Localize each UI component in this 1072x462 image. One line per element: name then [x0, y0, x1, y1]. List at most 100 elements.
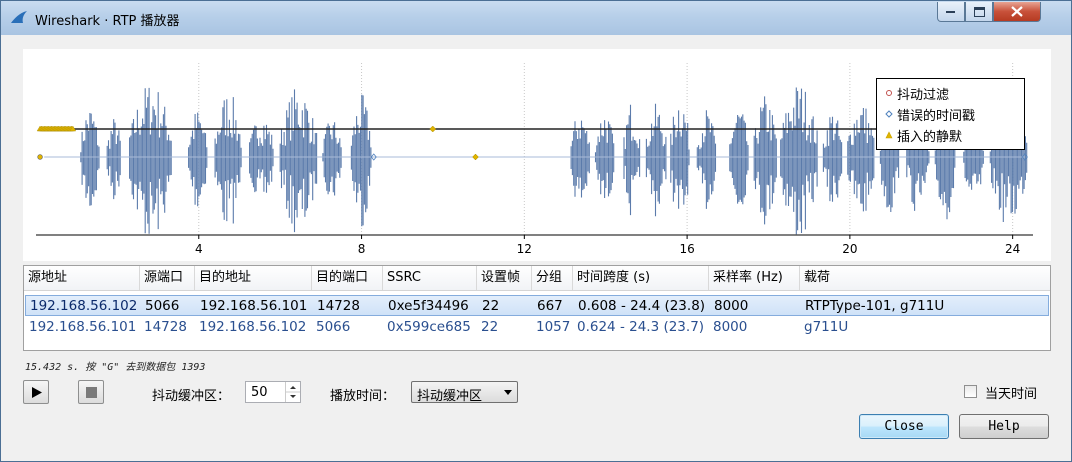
waveform-burst	[729, 114, 749, 205]
status-hint: 15.432 s. 按 "G" 去到数据包 1393	[25, 362, 206, 373]
cell-time-span: 0.608 - 24.4 (23.8)	[578, 298, 706, 314]
cell-ssrc: 0x599ce685	[387, 319, 471, 335]
stop-icon	[86, 387, 97, 398]
waveform-burst	[753, 96, 777, 225]
window-title: Wireshark · RTP 播放器	[35, 14, 180, 29]
legend-item-timestamp: 错误的时间戳	[885, 105, 976, 124]
legend-label: 插入的静默	[897, 130, 963, 145]
x-tick-label: 4	[195, 242, 203, 256]
waveform-burst	[249, 124, 274, 193]
table-row[interactable]: 192.168.56.101 14728 192.168.56.102 5066…	[25, 317, 1049, 338]
legend-item-silence: 插入的静默	[885, 126, 963, 145]
today-label[interactable]: 当天时间	[985, 383, 1037, 402]
waveform-burst	[623, 104, 641, 216]
cell-dst-port: 5066	[316, 319, 351, 335]
cell-src-port: 5066	[145, 298, 180, 314]
waveform-burst	[188, 112, 208, 207]
column-header[interactable]: 分组	[532, 266, 573, 290]
cell-time-span: 0.624 - 24.3 (23.7)	[577, 319, 705, 335]
playback-timing-label: 播放时间：	[330, 389, 396, 404]
cell-sample-rate: 8000	[714, 298, 749, 314]
triangle-marker-icon	[885, 131, 893, 139]
jitter-buffer-label: 抖动缓冲区：	[152, 389, 231, 404]
waveform-burst	[670, 110, 690, 209]
jitter-buffer-spinbox[interactable]: 50	[245, 381, 301, 403]
silence-marker	[472, 153, 479, 161]
playback-timing-combo[interactable]: 抖动缓冲区	[411, 381, 518, 404]
waveform-burst	[594, 120, 615, 198]
title-bar[interactable]: Wireshark · RTP 播放器	[1, 1, 1071, 35]
legend-label: 抖动过滤	[897, 88, 950, 103]
minimize-icon	[946, 10, 955, 13]
close-button[interactable]: Close	[859, 414, 949, 439]
maximize-icon	[973, 6, 985, 17]
cell-payload: RTPType-101, g711U	[805, 298, 945, 314]
column-header[interactable]: 载荷	[800, 266, 1050, 290]
column-header[interactable]: 目的端口	[312, 266, 383, 290]
waveform-burst	[570, 120, 590, 198]
x-tick-label: 24	[1005, 242, 1020, 256]
legend-item-jitter: 抖动过滤	[886, 84, 950, 103]
cell-setup-frame: 22	[481, 319, 499, 335]
x-tick-label: 20	[842, 242, 857, 256]
silence-marker	[37, 154, 43, 160]
waveform-burst	[696, 110, 717, 209]
chevron-down-icon	[504, 390, 512, 395]
spin-up-down-icon	[286, 386, 300, 398]
stream-table[interactable]: 源地址 源端口 目的地址 目的端口 SSRC 设置帧 分组 时间跨度 (s) 采…	[23, 265, 1051, 351]
today-checkbox[interactable]	[964, 385, 977, 398]
cell-src-port: 14728	[144, 319, 187, 335]
spin-arrows[interactable]	[285, 382, 300, 402]
waveform-burst	[645, 103, 667, 217]
x-tick-label: 12	[517, 242, 532, 256]
wireshark-fin-icon	[11, 11, 27, 23]
circle-marker-icon	[886, 90, 892, 96]
waveform-burst	[322, 122, 342, 196]
waveform-burst	[129, 87, 172, 234]
dialog-body: 4812162024 抖动过滤 错误的时间戳 插入的静默 源地址 源端	[8, 35, 1064, 456]
table-header: 源地址 源端口 目的地址 目的端口 SSRC 设置帧 分组 时间跨度 (s) 采…	[24, 266, 1050, 291]
cell-packets: 667	[537, 298, 563, 314]
table-row[interactable]: 192.168.56.102 5066 192.168.56.101 14728…	[25, 295, 1049, 316]
cell-src-addr: 192.168.56.102	[30, 298, 138, 314]
stop-button[interactable]	[78, 380, 104, 404]
waveform-burst	[80, 113, 100, 206]
cell-dst-port: 14728	[317, 298, 360, 314]
legend-label: 错误的时间戳	[897, 109, 976, 124]
waveform-burst	[279, 89, 318, 233]
column-header[interactable]: 目的地址	[195, 266, 312, 290]
column-header[interactable]: 源端口	[140, 266, 195, 290]
waveform-burst	[847, 108, 875, 212]
column-header[interactable]: 设置帧	[477, 266, 532, 290]
playback-timing-value: 抖动缓冲区	[417, 389, 483, 404]
play-button[interactable]	[23, 380, 49, 404]
x-tick-label: 8	[358, 242, 366, 256]
column-header[interactable]: 时间跨度 (s)	[573, 266, 709, 290]
waveform-burst	[780, 87, 818, 235]
minimize-button[interactable]	[937, 2, 965, 22]
cell-src-addr: 192.168.56.101	[29, 319, 137, 335]
cell-payload: g711U	[804, 319, 849, 335]
cell-ssrc: 0xe5f34496	[388, 298, 469, 314]
waveform-plot[interactable]: 4 8 12 16 20 24 抖动过滤 错误的时间戳 插入的静默	[23, 49, 1051, 261]
maximize-button[interactable]	[965, 2, 993, 22]
column-header[interactable]: 源地址	[24, 266, 140, 290]
cell-packets: 1057	[536, 319, 571, 335]
waveform-burst	[214, 97, 242, 224]
jitter-buffer-value[interactable]: 50	[251, 385, 268, 400]
column-header[interactable]: 采样率 (Hz)	[709, 266, 800, 290]
plot-legend: 抖动过滤 错误的时间戳 插入的静默	[876, 78, 1025, 150]
cell-setup-frame: 22	[482, 298, 500, 314]
rtp-player-window: Wireshark · RTP 播放器 4 8 12 16 20 24 抖动过滤 错误的时…	[0, 0, 1072, 462]
silence-marker	[429, 125, 437, 133]
diamond-marker-icon	[885, 110, 893, 118]
help-button[interactable]: Help	[959, 414, 1049, 439]
cell-dst-addr: 192.168.56.102	[199, 319, 307, 335]
play-icon	[32, 387, 42, 398]
cell-sample-rate: 8000	[713, 319, 748, 335]
x-tick-label: 16	[679, 242, 694, 256]
column-header[interactable]: SSRC	[383, 266, 477, 290]
close-window-button[interactable]	[993, 2, 1041, 22]
close-icon	[1011, 6, 1023, 17]
waveform-burst	[106, 119, 121, 200]
